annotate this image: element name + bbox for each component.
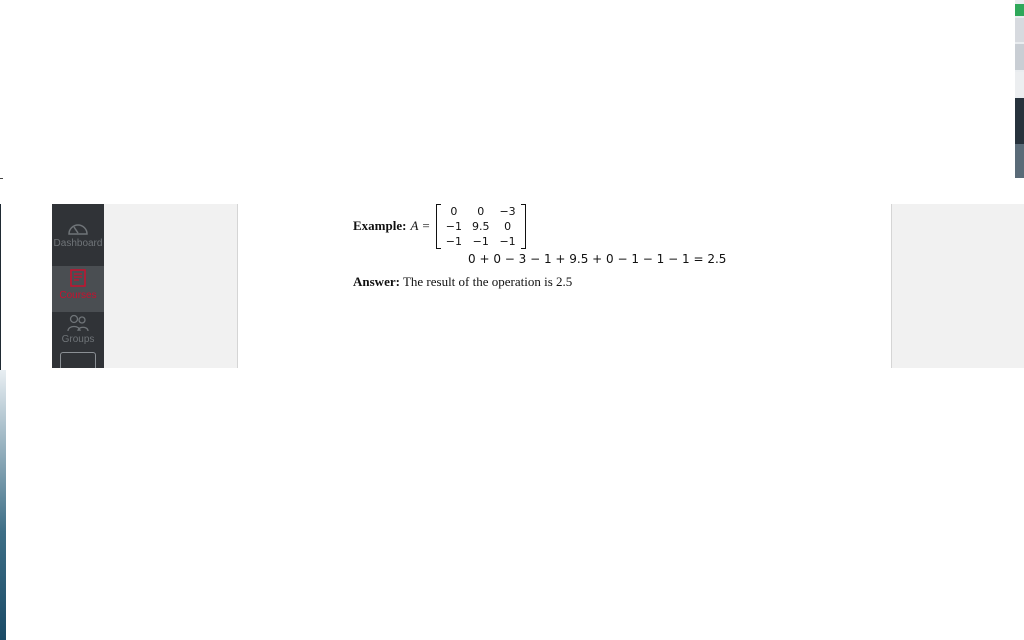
matrix-a: 0 0 −3 −1 9.5 0 −1 −1 −1 xyxy=(435,203,526,249)
matrix-cell: 0 xyxy=(450,204,458,218)
global-nav: Dashboard Courses Groups xyxy=(52,204,104,368)
matrix-cell: −1 xyxy=(445,219,462,233)
course-menu-panel xyxy=(104,204,238,368)
dashboard-icon xyxy=(68,224,88,235)
matrix-cell: −3 xyxy=(499,204,516,218)
right-window-strip xyxy=(1015,0,1024,178)
answer-line: Answer: The result of the operation is 2… xyxy=(353,274,572,290)
matrix-variable: A xyxy=(410,218,419,233)
window-edge-line xyxy=(0,204,1,370)
nav-calendar-button[interactable] xyxy=(60,352,96,368)
nav-item-courses[interactable]: Courses xyxy=(52,266,104,312)
browser-frame: Dashboard Courses Groups Example: A = 0 … xyxy=(52,203,1024,368)
nav-item-groups[interactable]: Groups xyxy=(52,314,104,354)
strip-segment xyxy=(1015,144,1024,178)
matrix-cell: 9.5 xyxy=(471,219,490,233)
strip-segment xyxy=(1015,72,1024,96)
matrix-cell: −1 xyxy=(445,234,462,248)
nav-label-dashboard: Dashboard xyxy=(53,238,103,249)
desktop-edge xyxy=(0,370,6,640)
equals-sign: = xyxy=(422,218,430,233)
matrix-row: −1 −1 −1 xyxy=(441,234,521,249)
matrix-cell: −1 xyxy=(472,234,489,248)
nav-label-groups: Groups xyxy=(61,334,95,345)
courses-book-icon xyxy=(70,269,86,287)
strip-segment xyxy=(1015,4,1024,16)
matrix-row: −1 9.5 0 xyxy=(441,219,521,234)
matrix-cell: −1 xyxy=(499,234,516,248)
quiz-content: Example: A = 0 0 −3 −1 9.5 0 −1 −1 −1 0 … xyxy=(238,203,890,368)
nav-label-courses: Courses xyxy=(59,290,97,301)
strip-segment xyxy=(1015,98,1024,144)
answer-label: Answer: xyxy=(353,274,400,289)
answer-text: The result of the operation is 2.5 xyxy=(402,274,573,289)
sum-expression: 0 + 0 − 3 − 1 + 9.5 + 0 − 1 − 1 − 1 = 2.… xyxy=(468,252,727,266)
right-sidebar-panel xyxy=(891,204,1024,368)
groups-icon xyxy=(67,314,89,332)
nav-item-dashboard[interactable]: Dashboard xyxy=(52,220,104,264)
matrix-cell: 0 xyxy=(504,219,512,233)
strip-segment xyxy=(1015,44,1024,70)
strip-segment xyxy=(1015,18,1024,42)
example-line: Example: A = 0 0 −3 −1 9.5 0 −1 −1 −1 xyxy=(353,203,526,249)
matrix-cell: 0 xyxy=(477,204,485,218)
matrix-row: 0 0 −3 xyxy=(441,204,521,219)
edge-tick xyxy=(0,178,3,179)
example-label: Example: xyxy=(353,218,407,233)
